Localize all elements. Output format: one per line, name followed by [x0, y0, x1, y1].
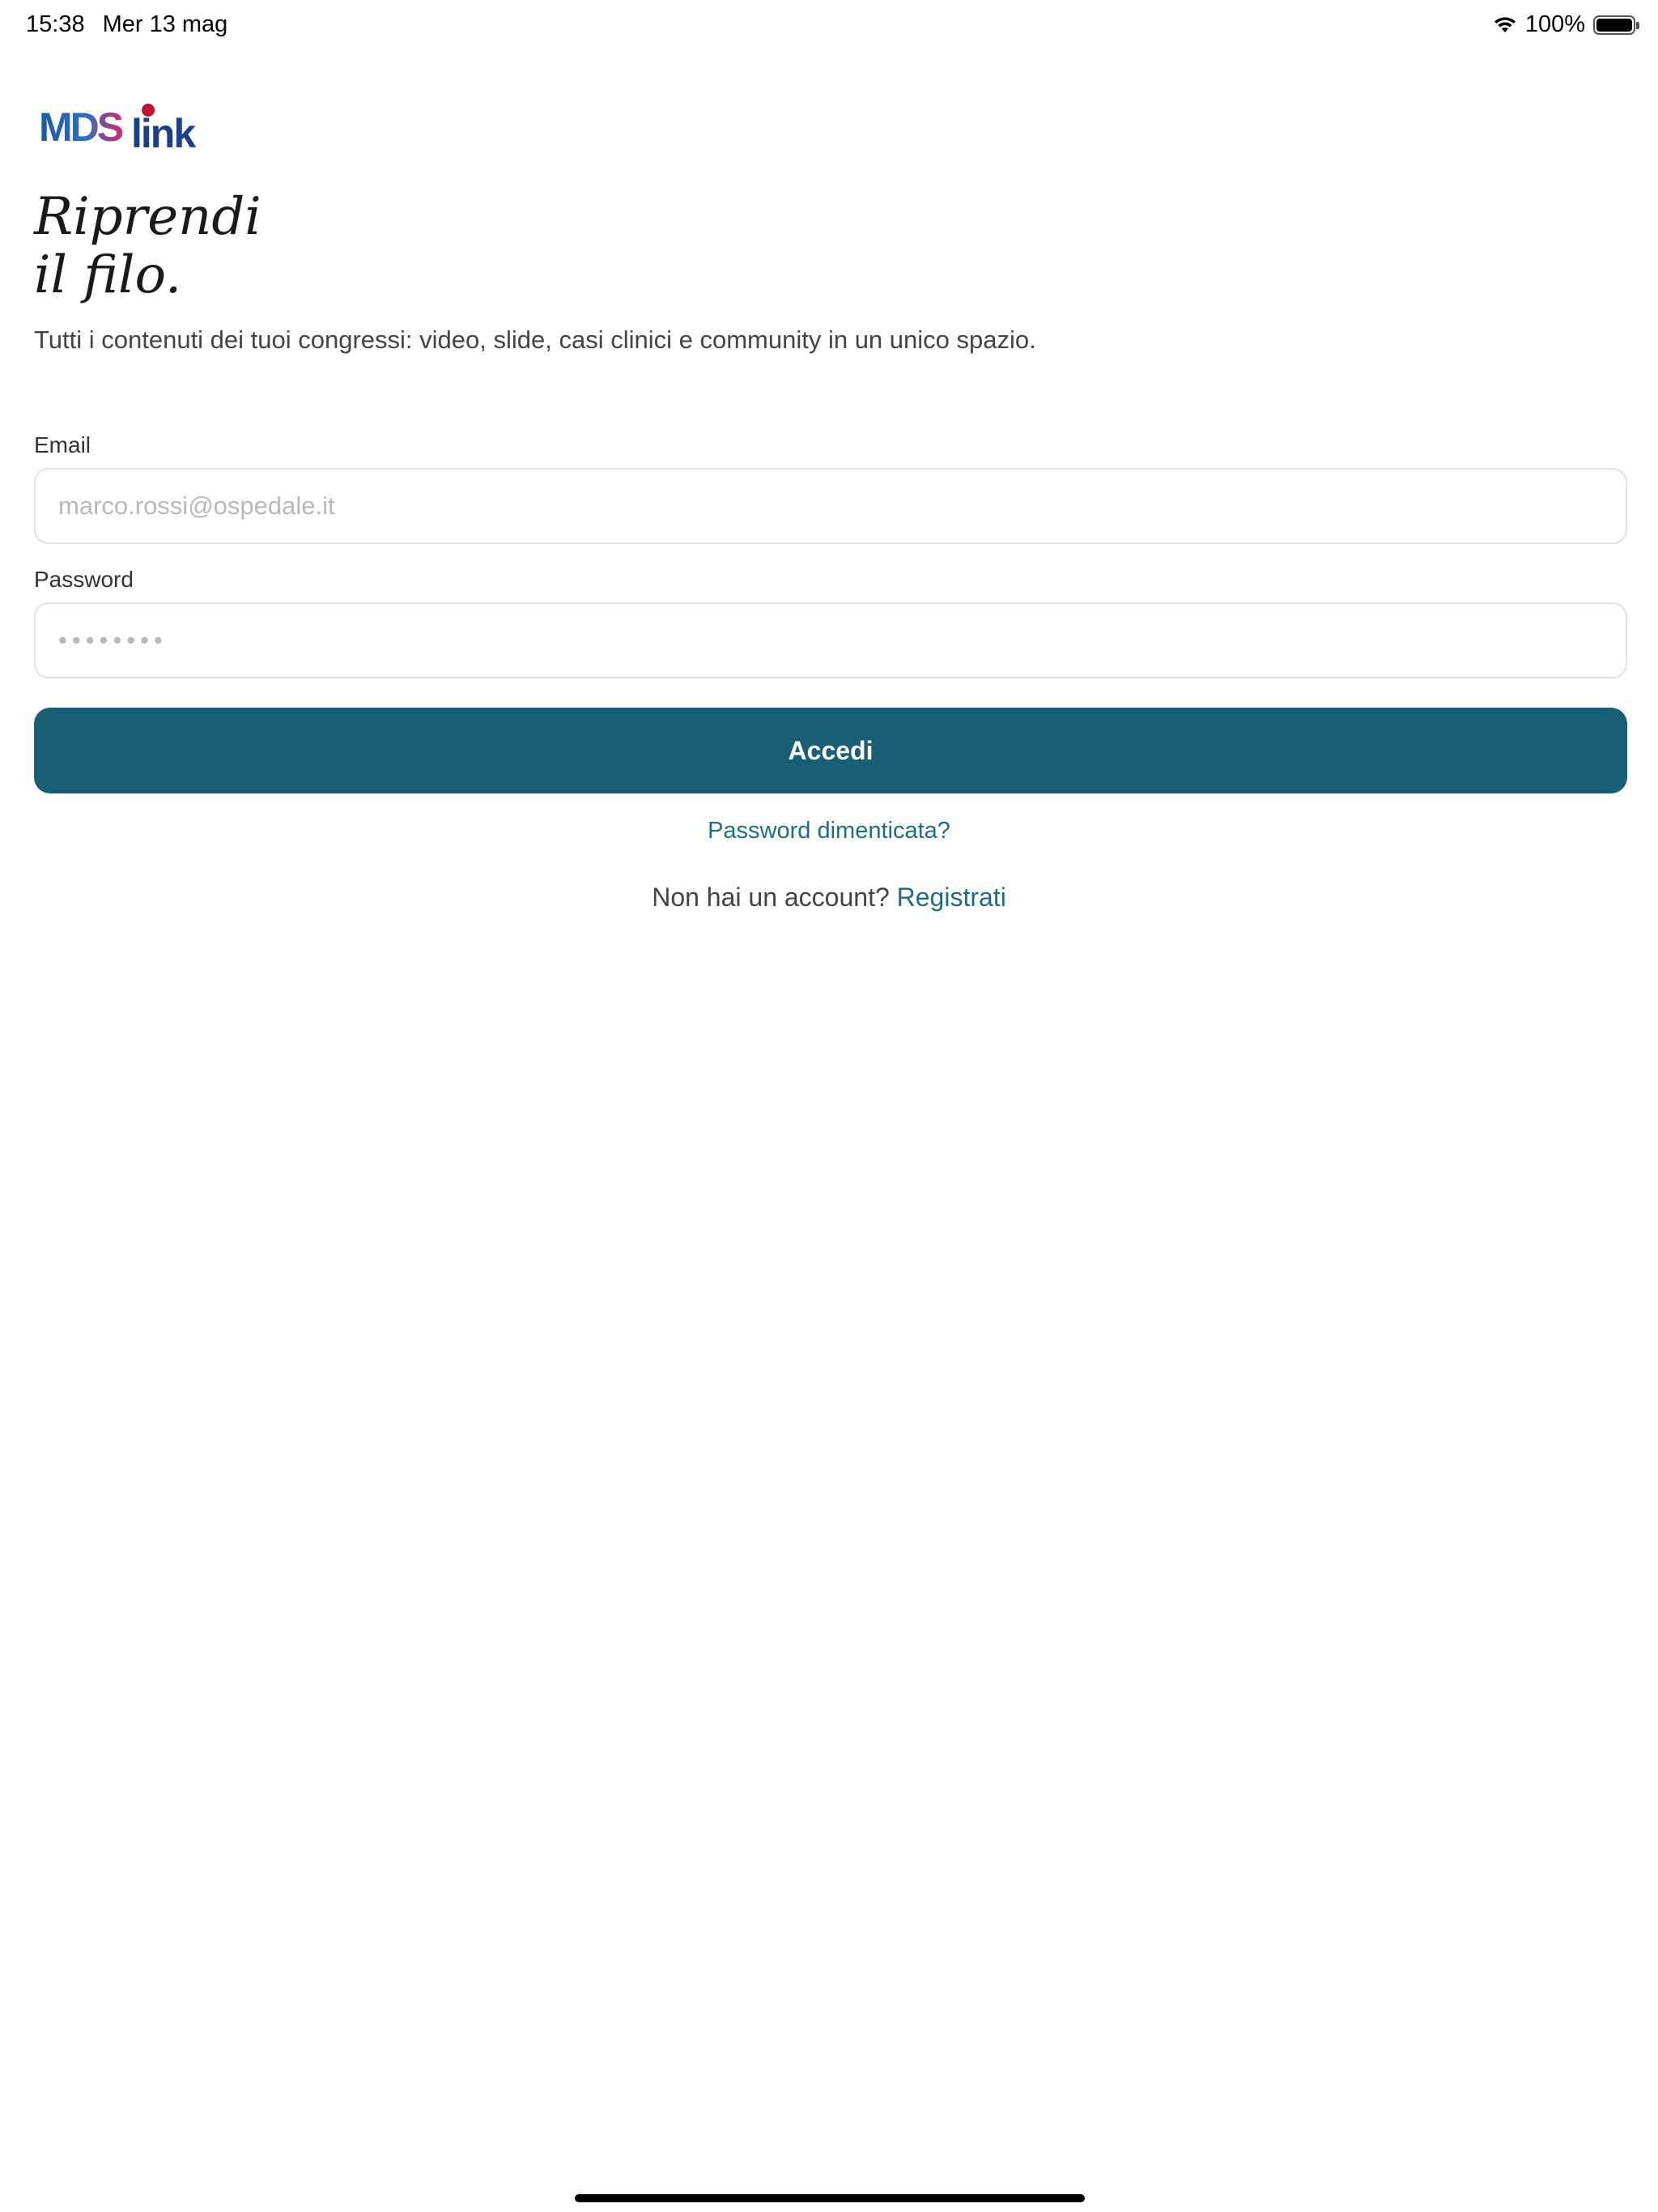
- page-subtitle: Tutti i contenuti dei tuoi congressi: vi…: [34, 325, 1036, 354]
- register-row: Non hai un account? Registrati: [0, 883, 1658, 912]
- status-date: Mer 13 mag: [102, 11, 228, 37]
- status-time: 15:38: [26, 11, 85, 37]
- logo-link-text: link: [131, 111, 196, 152]
- page-title: Riprendi il filo.: [34, 188, 261, 304]
- home-indicator[interactable]: [575, 2194, 1085, 2202]
- logo-dot: [142, 104, 155, 117]
- mdslink-logo: MDS link: [39, 99, 217, 152]
- password-label: Password: [34, 567, 134, 592]
- password-field[interactable]: [34, 602, 1627, 678]
- status-bar: 15:38 Mer 13 mag 100%: [0, 0, 1658, 57]
- wifi-icon: [1493, 16, 1517, 34]
- register-link[interactable]: Registrati: [897, 883, 1006, 912]
- login-screen: 15:38 Mer 13 mag 100% MDS link Riprendi …: [0, 0, 1658, 2212]
- title-line-1: Riprendi: [34, 187, 261, 247]
- forgot-password-link[interactable]: Password dimenticata?: [0, 818, 1658, 844]
- email-field[interactable]: [34, 468, 1627, 544]
- status-right: 100%: [1493, 11, 1639, 38]
- battery-percentage: 100%: [1524, 11, 1585, 37]
- battery-icon: [1593, 15, 1639, 35]
- logo-mds-text: MDS: [39, 104, 123, 150]
- no-account-text: Non hai un account?: [652, 883, 897, 912]
- status-left: 15:38 Mer 13 mag: [26, 11, 227, 38]
- email-label: Email: [34, 432, 91, 457]
- login-button[interactable]: Accedi: [34, 708, 1627, 793]
- title-line-2: il filo.: [34, 245, 182, 305]
